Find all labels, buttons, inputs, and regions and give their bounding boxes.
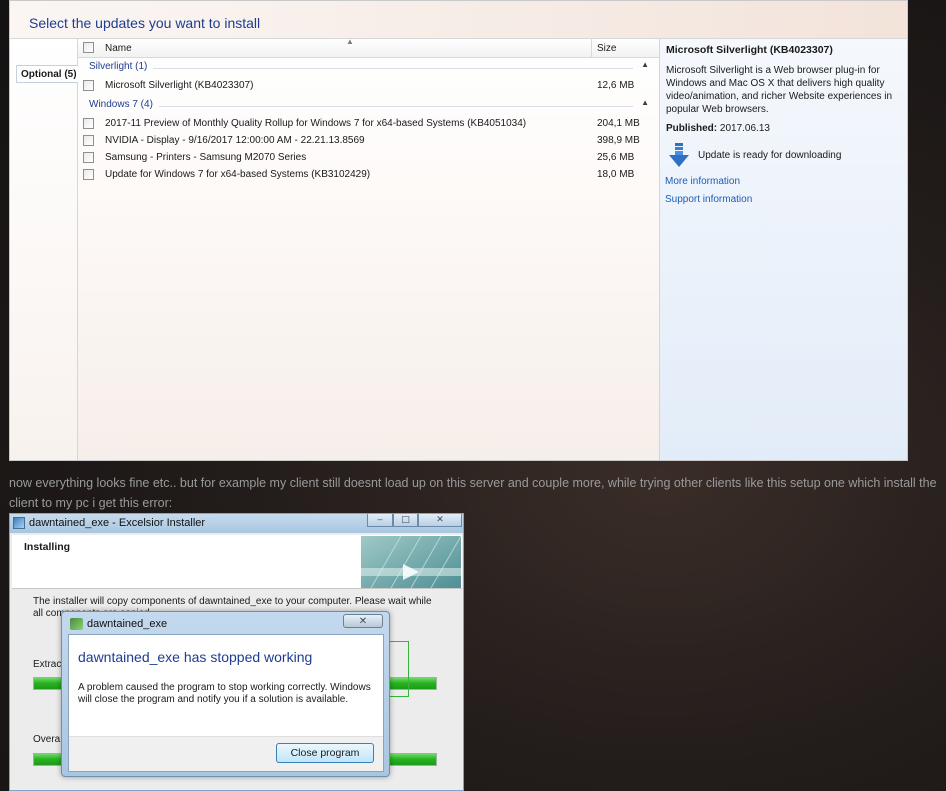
- update-checkbox[interactable]: [83, 169, 94, 180]
- installer-app-icon: [13, 517, 25, 529]
- update-name: Update for Windows 7 for x64-based Syste…: [105, 169, 371, 180]
- update-category-column: Optional (5): [10, 39, 78, 460]
- column-header-size[interactable]: Size: [597, 43, 616, 54]
- window-close-button[interactable]: ✕: [418, 514, 462, 527]
- update-name: 2017-11 Preview of Monthly Quality Rollu…: [105, 118, 527, 129]
- installer-frame-accent: [390, 641, 409, 697]
- installer-banner-graphic: [361, 536, 461, 588]
- update-checkbox[interactable]: [83, 118, 94, 129]
- support-information-link[interactable]: Support information: [665, 194, 752, 205]
- error-heading: dawntained_exe has stopped working: [78, 649, 313, 665]
- update-checkbox[interactable]: [83, 80, 94, 91]
- collapse-chevron-icon[interactable]: ▲: [641, 60, 649, 69]
- extract-label: Extrac: [33, 659, 62, 670]
- overall-label: Overa: [33, 734, 61, 745]
- detail-description: Microsoft Silverlight is a Web browser p…: [666, 65, 893, 115]
- installer-title-bar[interactable]: dawntained_exe - Excelsior Installer ‒ □…: [10, 514, 463, 533]
- more-information-link[interactable]: More information: [665, 176, 740, 187]
- error-dialog-footer: Close program: [69, 736, 383, 771]
- error-dialog-body: dawntained_exe has stopped working A pro…: [68, 634, 384, 772]
- column-divider: [591, 39, 592, 58]
- download-arrow-icon: [669, 143, 689, 167]
- error-dialog: dawntained_exe ✕ dawntained_exe has stop…: [61, 611, 390, 777]
- error-description: A problem caused the program to stop wor…: [78, 682, 371, 705]
- collapse-chevron-icon[interactable]: ▲: [641, 98, 649, 107]
- update-row[interactable]: Update for Windows 7 for x64-based Syste…: [78, 167, 659, 184]
- group-separator: [159, 106, 633, 107]
- installer-window-title: dawntained_exe - Excelsior Installer: [29, 517, 206, 529]
- tab-optional-updates[interactable]: Optional (5): [16, 65, 78, 83]
- maximize-button[interactable]: □: [393, 514, 418, 527]
- update-detail-pane: Microsoft Silverlight (KB4023307) Micros…: [659, 39, 907, 460]
- select-all-checkbox[interactable]: [83, 42, 94, 53]
- update-size: 12,6 MB: [597, 80, 635, 91]
- update-name: Samsung - Printers - Samsung M2070 Serie…: [105, 152, 307, 163]
- published-label: Published:: [666, 123, 718, 134]
- group-separator: [153, 68, 633, 69]
- error-dialog-title: dawntained_exe: [87, 618, 168, 630]
- update-checkbox[interactable]: [83, 152, 94, 163]
- published-value: 2017.06.13: [719, 123, 770, 134]
- update-size: 204,1 MB: [597, 118, 640, 129]
- update-size: 18,0 MB: [597, 169, 635, 180]
- update-name: Microsoft Silverlight (KB4023307): [105, 80, 254, 91]
- group-label: Windows 7 (4): [89, 99, 153, 110]
- update-size: 25,6 MB: [597, 152, 635, 163]
- update-header-band: Select the updates you want to install: [10, 1, 907, 39]
- installer-heading: Installing: [24, 541, 71, 553]
- sort-ascending-icon: ▲: [346, 37, 354, 46]
- update-page-title: Select the updates you want to install: [29, 15, 261, 31]
- detail-status: Update is ready for downloading: [698, 150, 842, 161]
- detail-published: Published: 2017.06.13: [666, 123, 770, 134]
- update-list: ▲ Name Size Silverlight (1) ▲ Microsoft …: [78, 37, 659, 460]
- minimize-button[interactable]: ‒: [367, 514, 393, 527]
- update-row[interactable]: Samsung - Printers - Samsung M2070 Serie…: [78, 150, 659, 167]
- error-dialog-close-button[interactable]: ✕: [343, 614, 383, 628]
- update-row[interactable]: NVIDIA - Display - 9/16/2017 12:00:00 AM…: [78, 133, 659, 150]
- group-header-windows7[interactable]: Windows 7 (4) ▲: [89, 98, 649, 113]
- update-checkbox[interactable]: [83, 135, 94, 146]
- update-list-header: ▲ Name Size: [78, 37, 659, 58]
- app-icon: [70, 618, 83, 630]
- update-row[interactable]: 2017-11 Preview of Monthly Quality Rollu…: [78, 116, 659, 133]
- update-size: 398,9 MB: [597, 135, 640, 146]
- column-header-name[interactable]: Name: [105, 43, 132, 54]
- windows-update-screenshot: Select the updates you want to install O…: [9, 0, 908, 461]
- update-row[interactable]: Microsoft Silverlight (KB4023307) 12,6 M…: [78, 78, 659, 95]
- close-program-button[interactable]: Close program: [276, 743, 374, 763]
- detail-title: Microsoft Silverlight (KB4023307): [666, 44, 833, 56]
- installer-banner: Installing: [12, 535, 462, 589]
- post-text: now everything looks fine etc.. but for …: [9, 476, 937, 510]
- update-name: NVIDIA - Display - 9/16/2017 12:00:00 AM…: [105, 135, 365, 146]
- group-header-silverlight[interactable]: Silverlight (1) ▲: [89, 60, 649, 75]
- group-label: Silverlight (1): [89, 61, 148, 72]
